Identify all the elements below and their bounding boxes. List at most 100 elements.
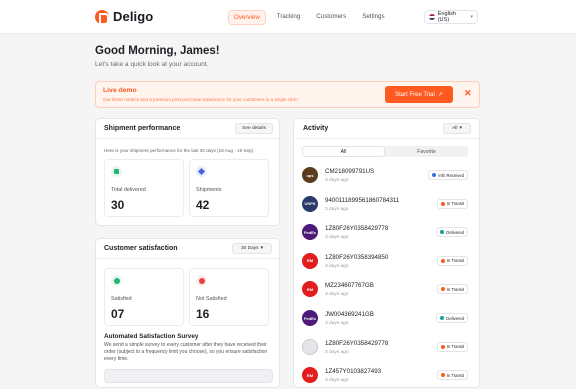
- timestamp: 3 days ago: [325, 263, 349, 269]
- status-badge: In Transit: [436, 284, 468, 295]
- deligo-logo-icon: [95, 9, 109, 25]
- language-select[interactable]: English (US) ▾: [424, 10, 478, 24]
- card-header: Customer satisfaction 30 Days ▾: [96, 239, 279, 259]
- fedex-logo-icon: FedEx: [302, 310, 318, 326]
- tab-favorite[interactable]: Favorite: [385, 146, 468, 157]
- not-satisfied-stat: Not Satisfied 16: [189, 268, 269, 326]
- stat-value: 16: [196, 307, 210, 321]
- tab-all[interactable]: All: [302, 146, 385, 157]
- status-dot-icon: [432, 173, 437, 177]
- shipments-stat: Shipments 42: [189, 159, 269, 217]
- royal-mail-logo-icon: RM: [302, 252, 318, 269]
- tracking-number: 1Z80F26Y0358394850: [325, 253, 389, 261]
- status-badge: In Transit: [436, 255, 468, 266]
- status-label: Info Received: [438, 172, 464, 178]
- activity-filter-select[interactable]: All ▾: [443, 123, 471, 134]
- timestamp: 3 days ago: [325, 178, 349, 183]
- timestamp: 3 days ago: [325, 321, 349, 326]
- filter-label: All: [452, 126, 458, 131]
- status-badge: In Transit: [436, 370, 468, 381]
- status-dot-icon: [440, 201, 445, 206]
- start-free-trial-button[interactable]: Start Free Trial ↗: [385, 86, 453, 103]
- card-title: Customer satisfaction: [104, 245, 178, 252]
- shipment-performance-card: Shipment performance See details Here is…: [95, 118, 280, 226]
- satisfied-stat: Satisfied 07: [104, 268, 184, 326]
- tracking-number: 1Z457Y0103827493: [325, 368, 382, 376]
- list-item[interactable]: FedEx 1Z80F26Y0358429778 3 days ago Deli…: [302, 220, 470, 246]
- status-dot-icon: [440, 373, 445, 378]
- status-label: In Transit: [446, 286, 464, 292]
- status-label: In Transit: [446, 201, 464, 207]
- status-badge: Delivered: [436, 227, 468, 238]
- status-label: In Transit: [446, 344, 464, 350]
- nav-tracking[interactable]: Tracking: [272, 10, 306, 25]
- card-header: Activity All ▾: [294, 119, 479, 139]
- chevron-down-icon: ▾: [459, 126, 462, 131]
- status-label: In Transit: [446, 372, 464, 378]
- external-link-icon: ↗: [437, 92, 443, 98]
- stat-value: 42: [196, 198, 210, 212]
- activity-card: Activity All ▾ All Favorite ups CM218099…: [293, 118, 480, 388]
- stat-label: Shipments: [196, 187, 222, 193]
- language-label: English (US): [437, 11, 457, 23]
- fedex-logo-icon: FedEx: [302, 224, 318, 241]
- list-item[interactable]: FedEx JW004369241GB 3 days ago Delivered: [302, 306, 470, 332]
- page-subtitle: Let's take a quick look at your account.: [95, 61, 209, 68]
- logo[interactable]: Deligo: [95, 9, 154, 25]
- period-label: 30 Days: [240, 246, 259, 251]
- tracking-number: JW004369241GB: [325, 311, 374, 318]
- qr-logo-icon: [302, 338, 318, 355]
- status-badge: In Transit: [436, 341, 468, 352]
- list-item[interactable]: ups CM218099791US 3 days ago Info Receiv…: [302, 163, 470, 189]
- nav-customers[interactable]: Customers: [311, 10, 351, 25]
- status-badge: In Transit: [436, 198, 468, 209]
- status-label: Delivered: [446, 229, 464, 235]
- list-item[interactable]: RM 1Z80F26Y0358394850 3 days ago In Tran…: [302, 249, 470, 275]
- status-dot-icon: [440, 258, 445, 263]
- status-badge: Info Received: [428, 170, 468, 180]
- survey-action[interactable]: [104, 369, 273, 383]
- main-nav: Overview Tracking Customers Settings: [228, 10, 390, 25]
- package-icon: [111, 166, 122, 177]
- status-badge: Delivered: [436, 313, 468, 323]
- nav-settings[interactable]: Settings: [357, 10, 389, 25]
- activity-tabs: All Favorite: [302, 146, 468, 157]
- nav-overview[interactable]: Overview: [228, 10, 266, 25]
- survey-text: We send a simple survey to every custome…: [104, 342, 268, 362]
- list-item[interactable]: RM 1Z457Y0103827493 3 days ago In Transi…: [302, 363, 470, 389]
- tracking-number: CM218099791US: [325, 168, 375, 175]
- customer-satisfaction-card: Customer satisfaction 30 Days ▾ Satisfie…: [95, 238, 280, 388]
- stat-label: Not Satisfied: [196, 296, 227, 302]
- see-details-button[interactable]: See details: [235, 123, 273, 134]
- demo-text: Get these metrics and a premium post-pur…: [103, 97, 298, 102]
- status-label: Delivered: [446, 315, 464, 321]
- stat-value: 07: [111, 307, 125, 321]
- timestamp: 3 days ago: [325, 349, 349, 355]
- demo-title: Live demo: [103, 87, 137, 94]
- survey-title: Automated Satisfaction Survey: [104, 333, 199, 340]
- royal-mail-logo-icon: RM: [302, 367, 318, 384]
- tracking-number: 1Z80F26Y0358429778: [325, 225, 389, 233]
- close-icon[interactable]: ✕: [464, 88, 472, 99]
- list-item[interactable]: USPS 9400111899561860784311 3 days ago I…: [302, 192, 470, 218]
- stat-label: Satisfied: [111, 296, 132, 302]
- timestamp: 3 days ago: [325, 206, 349, 212]
- brand-name: Deligo: [113, 9, 154, 24]
- frown-icon: [196, 275, 207, 286]
- chevron-down-icon: ▾: [260, 246, 264, 251]
- list-item[interactable]: RM MZ234607767GB 3 days ago In Transit: [302, 277, 470, 303]
- stat-label: Total delivered: [111, 187, 146, 193]
- period-select[interactable]: 30 Days ▾: [232, 243, 272, 254]
- tracking-number: MZ234607767GB: [325, 282, 374, 290]
- card-header: Shipment performance See details: [96, 119, 279, 139]
- tracking-number: 1Z80F26Y0358429778: [325, 339, 389, 347]
- list-item[interactable]: 1Z80F26Y0358429778 3 days ago In Transit: [302, 335, 470, 361]
- page-title: Good Morning, James!: [95, 45, 220, 57]
- usps-logo-icon: USPS: [302, 195, 318, 212]
- chevron-down-icon: ▾: [470, 14, 473, 20]
- timestamp: 3 days ago: [325, 235, 349, 241]
- total-delivered-stat: Total delivered 30: [104, 159, 184, 217]
- status-dot-icon: [440, 230, 445, 235]
- ups-logo-icon: ups: [302, 167, 318, 183]
- card-title: Activity: [303, 125, 329, 132]
